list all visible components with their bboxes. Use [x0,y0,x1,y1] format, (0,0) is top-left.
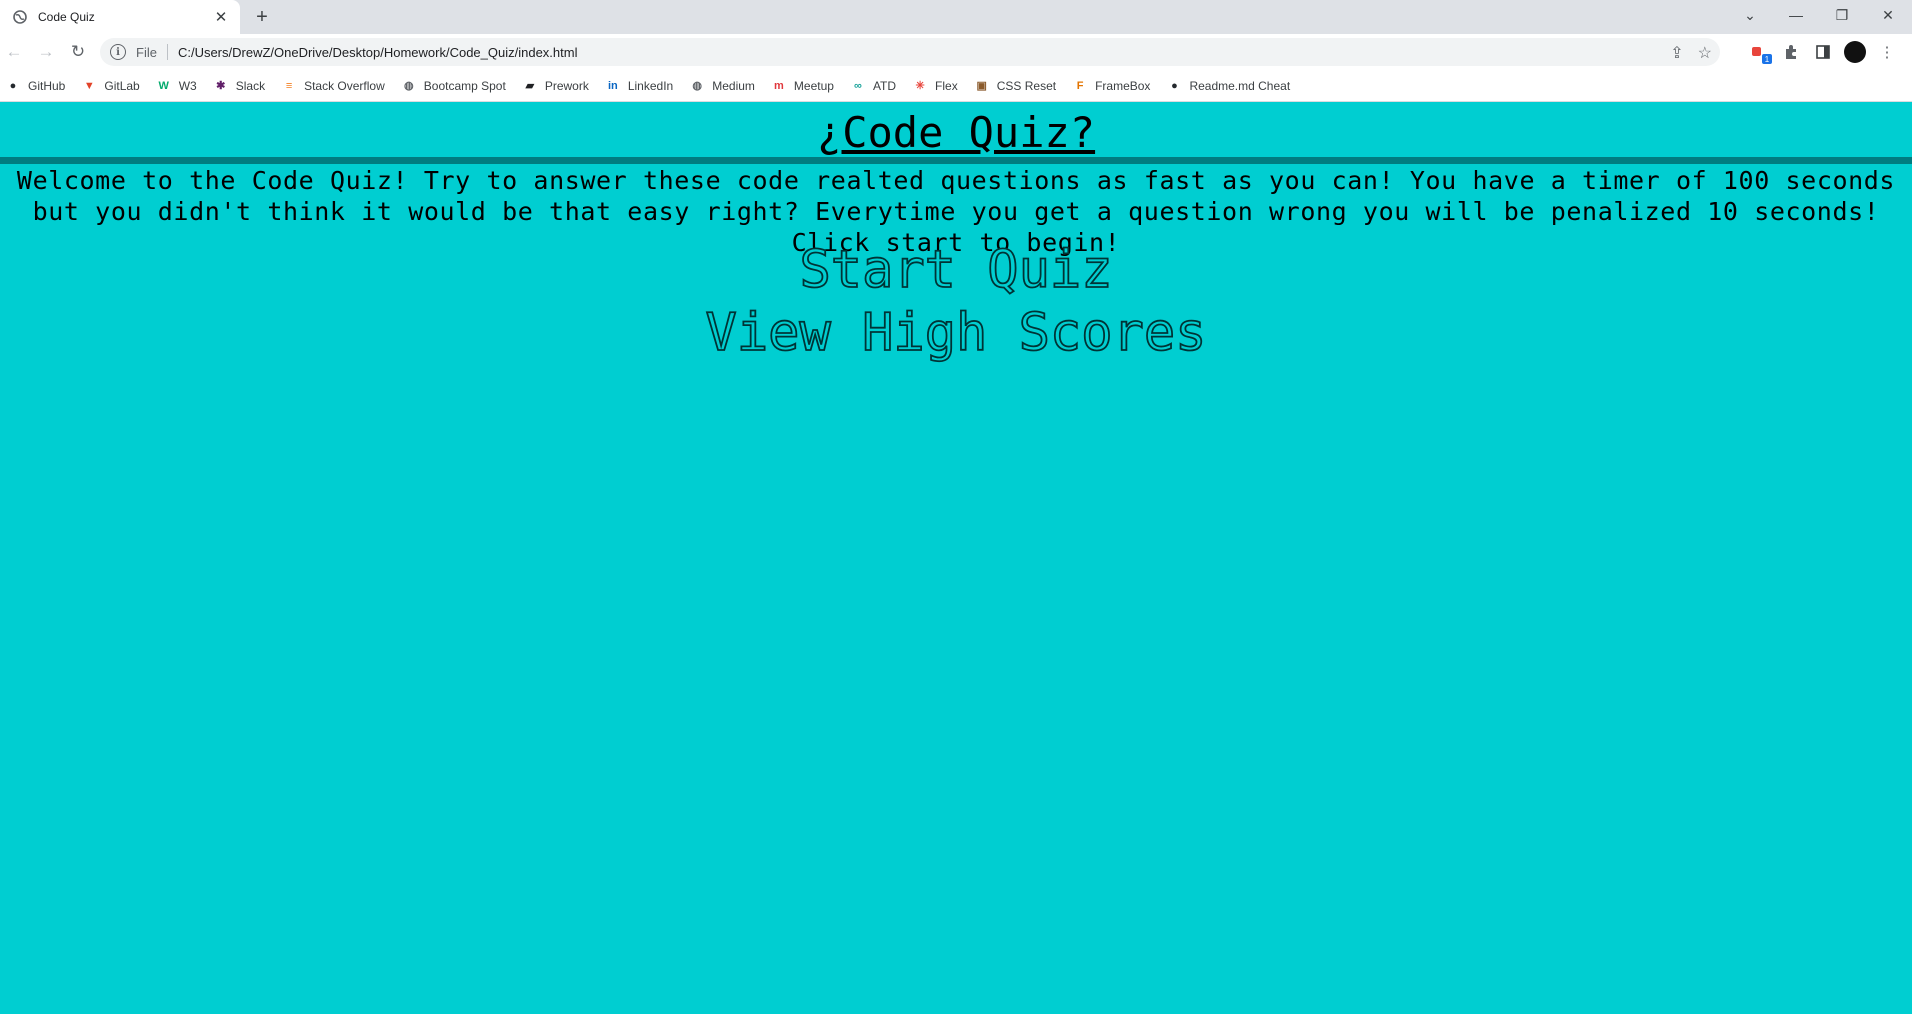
w3-icon: W [158,79,169,92]
tab-strip: Code Quiz ✕ + ⌄ — ❐ ✕ [0,0,1912,34]
url-text[interactable]: C:/Users/DrewZ/OneDrive/Desktop/Homework… [178,45,578,60]
globe-icon: ◍ [692,80,703,92]
close-window-icon[interactable]: ✕ [1866,0,1910,30]
page-content: ¿Code Quiz? Welcome to the Code Quiz! Tr… [0,103,1912,1014]
bookmark-label: ATD [872,78,897,93]
bookmark-label: GitLab [104,78,140,93]
bookmark-label: Slack [235,78,266,93]
bookmark-item[interactable]: ✳ Flex [913,78,958,93]
bookmark-label: Meetup [793,78,834,93]
globe-icon [12,9,28,25]
close-tab-icon[interactable]: ✕ [212,8,230,26]
puzzle-icon[interactable] [1780,41,1802,63]
minimize-icon[interactable]: — [1774,0,1818,30]
page-title: ¿Code Quiz? [816,108,1096,157]
back-icon[interactable]: ← [0,38,28,66]
bookmark-label: Medium [712,78,755,93]
github-icon: ● [1171,79,1178,92]
globe-icon: ◍ [403,80,414,92]
browser-toolbar: ← → ↻ i File C:/Users/DrewZ/OneDrive/Des… [0,34,1912,70]
bookmark-label: Flex [935,78,958,93]
address-bar[interactable]: i File C:/Users/DrewZ/OneDrive/Desktop/H… [100,38,1720,66]
bookmark-star-icon[interactable]: ☆ [1698,43,1712,63]
extension-badge: 1 [1762,54,1772,64]
bookmark-item[interactable]: ∞ ATD [851,79,896,93]
bookmark-label: Readme.md Cheat [1189,78,1291,93]
bookmark-item[interactable]: ▣ CSS Reset [975,78,1057,93]
bookmark-item[interactable]: F FrameBox [1073,78,1151,93]
avatar[interactable] [1844,41,1866,63]
bookmark-label: Stack Overflow [304,78,385,93]
start-quiz-button[interactable]: Start Quiz [0,239,1912,301]
bookmark-item[interactable]: ▰ Prework [523,79,589,93]
bookmark-label: CSS Reset [996,78,1057,93]
bookmark-label: GitHub [28,78,66,93]
reload-icon[interactable]: ↻ [64,38,92,66]
restore-icon[interactable]: ❐ [1820,0,1864,30]
slack-icon: ✱ [216,80,226,92]
meetup-icon: m [774,79,784,92]
book-icon: ▰ [525,80,535,92]
bookmark-item[interactable]: ◍ Medium [690,79,755,93]
menu-kebab-icon[interactable]: ⋮ [1876,41,1898,63]
bookmark-label: W3 [178,78,197,93]
stackoverflow-icon: ≡ [285,79,293,92]
cssreset-icon: ▣ [976,80,987,92]
infinity-icon: ∞ [854,79,862,92]
bookmark-item[interactable]: in LinkedIn [606,79,673,93]
bookmarks-bar: ● GitHub ▼ GitLab W W3 ✱ Slack ≡ Stack Overflow ◍ B… [0,70,1912,102]
new-tab-icon[interactable]: + [250,5,274,29]
bookmark-item[interactable]: ● GitHub [6,78,66,93]
gitlab-icon: ▼ [83,79,95,92]
forward-icon[interactable]: → [32,38,60,66]
bookmark-label: Prework [544,78,589,93]
info-icon[interactable]: i [110,44,126,60]
share-icon[interactable]: ⇪ [1670,43,1683,63]
framebox-icon: F [1076,79,1084,92]
bookmark-label: LinkedIn [627,78,674,93]
tab-search-icon[interactable]: ⌄ [1728,0,1772,30]
view-high-scores-button[interactable]: View High Scores [0,302,1912,364]
bookmark-item[interactable]: ≡ Stack Overflow [282,79,385,93]
asterisk-icon: ✳ [915,80,925,92]
bookmark-label: Bootcamp Spot [423,78,506,93]
browser-tab[interactable]: Code Quiz ✕ [0,0,240,34]
divider [166,44,168,60]
bookmark-item[interactable]: ✱ Slack [214,79,265,93]
linkedin-icon: in [607,79,618,92]
extension-icon[interactable]: 1 [1748,41,1772,64]
title-divider [0,157,1912,164]
url-scheme: File [136,44,157,60]
bookmark-item[interactable]: ▼ GitLab [82,78,140,93]
bookmark-item[interactable]: ● Readme.md Cheat [1167,79,1290,93]
bookmark-item[interactable]: W W3 [157,79,197,93]
bookmark-label: FrameBox [1095,78,1151,93]
bookmark-item[interactable]: m Meetup [772,79,834,93]
tab-title: Code Quiz [38,10,95,24]
bookmark-item[interactable]: ◍ Bootcamp Spot [402,79,506,93]
github-icon: ● [9,79,17,92]
side-panel-icon[interactable] [1812,41,1834,63]
